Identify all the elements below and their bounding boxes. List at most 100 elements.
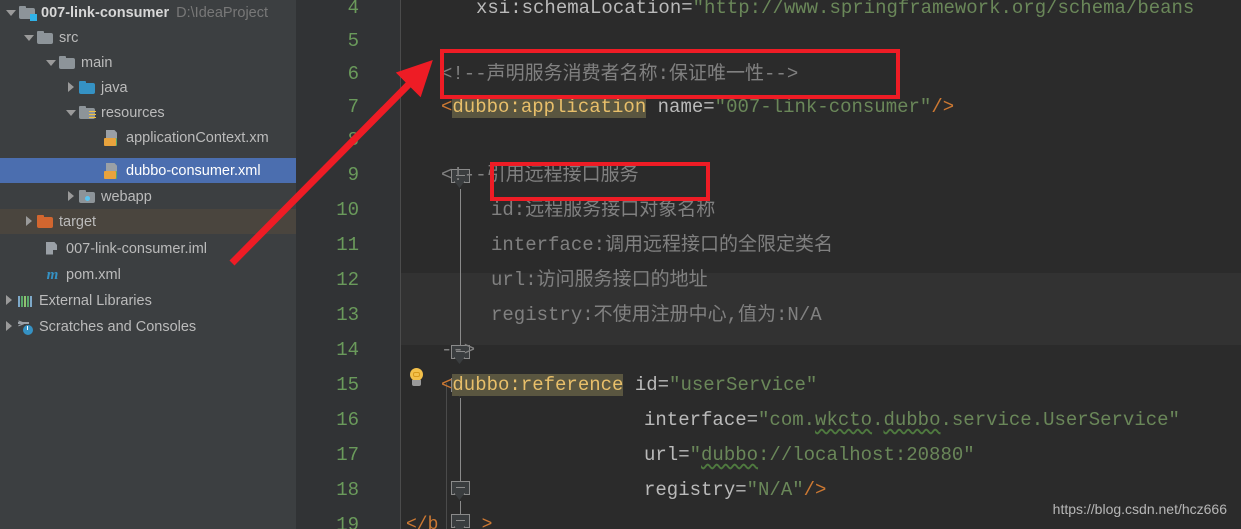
code-line-10[interactable]: id:远程服务接口对象名称 <box>491 191 715 230</box>
folder-icon <box>59 55 76 71</box>
sidebar-item-pom-xml[interactable]: m pom.xml <box>0 262 296 287</box>
code-line-18[interactable]: registry="N/A"/> <box>644 471 826 510</box>
line-number: 17 <box>336 444 359 466</box>
code-token: . <box>872 409 884 431</box>
code-token: <!-- <box>441 164 487 186</box>
code-token: /> <box>931 96 955 118</box>
code-line-7[interactable]: <dubbo:application name="007-link-consum… <box>441 88 954 127</box>
code-token: </b > <box>406 515 493 529</box>
code-token: < <box>441 374 453 396</box>
sidebar-item-target[interactable]: target <box>0 209 296 234</box>
sidebar-item-src[interactable]: src <box>0 25 296 50</box>
chevron-right-icon[interactable] <box>64 184 79 209</box>
line-number: 15 <box>336 374 359 396</box>
code-line-19[interactable]: </b > <box>406 506 492 529</box>
sidebar-item-007-link-consumer[interactable]: 007-link-consumer D:\IdeaProject <box>0 0 296 25</box>
code-token: url:访问服务接口的地址 <box>491 269 708 291</box>
chevron-right-icon[interactable] <box>64 75 79 100</box>
sidebar-item-dubbo-consumer-xml[interactable]: dubbo-consumer.xml <box>0 158 296 183</box>
line-number: 18 <box>336 479 359 501</box>
chevron-down-icon[interactable] <box>4 0 19 25</box>
line-number: 16 <box>336 409 359 431</box>
sidebar-item-java[interactable]: java <box>0 75 296 100</box>
code-line-14[interactable]: --> <box>441 331 475 370</box>
chevron-down-icon[interactable] <box>64 100 79 125</box>
line-number: 12 <box>336 269 359 291</box>
folder-icon <box>37 30 54 46</box>
line-number: 8 <box>347 129 359 151</box>
sidebar-item-path: D:\IdeaProject <box>176 4 269 21</box>
code-token: id:远程服务接口对象名称 <box>491 199 716 221</box>
line-number: 19 <box>336 514 359 529</box>
sidebar-item-external-libraries[interactable]: External Libraries <box>0 288 296 313</box>
code-token: url= <box>644 444 690 466</box>
chevron-right-icon[interactable] <box>2 314 17 339</box>
line-number: 11 <box>336 234 359 256</box>
code-line-4[interactable]: xsi:schemaLocation="http://www.springfra… <box>476 0 1194 28</box>
sidebar-item-label: java <box>101 79 128 96</box>
code-line-15[interactable]: <dubbo:reference id="userService" <box>441 366 817 405</box>
sidebar-item-label: dubbo-consumer.xml <box>126 162 261 179</box>
line-number: 13 <box>336 304 359 326</box>
sidebar-item-label: webapp <box>101 188 152 205</box>
sidebar-item-label: pom.xml <box>66 266 121 283</box>
code-token: --> <box>441 339 476 361</box>
chevron-right-icon[interactable] <box>22 209 37 234</box>
xml-file-icon <box>104 130 121 146</box>
code-line-9[interactable]: <!--引用远程接口服务 <box>441 156 639 195</box>
code-token: <!--声明服务消费者名称:保证唯一性--> <box>441 63 799 85</box>
fold-marker-collapse[interactable] <box>451 481 470 500</box>
sidebar-item-iml-file[interactable]: 007-link-consumer.iml <box>0 236 296 261</box>
code-token: dubbo:reference <box>452 374 624 396</box>
line-number: 10 <box>336 199 359 221</box>
ide-window: 007-link-consumer D:\IdeaProject src mai… <box>0 0 1241 529</box>
code-token: interface= <box>644 409 759 431</box>
line-number: 9 <box>347 164 359 186</box>
code-token: registry:不使用注册中心,值为:N/A <box>491 304 822 326</box>
code-token: "com. <box>758 409 816 431</box>
resources-folder-icon <box>79 105 96 121</box>
code-line-11[interactable]: interface:调用远程接口的全限定类名 <box>491 226 833 265</box>
chevron-down-icon[interactable] <box>22 25 37 50</box>
sidebar-item-webapp[interactable]: webapp <box>0 184 296 209</box>
code-token: interface:调用远程接口的全限定类名 <box>491 234 834 256</box>
code-line-16[interactable]: interface="com.wkcto.dubbo.service.UserS… <box>644 401 1180 440</box>
code-token: "userService" <box>669 374 818 396</box>
code-token: ://localhost:20880" <box>758 444 975 466</box>
chevron-down-icon[interactable] <box>44 50 59 75</box>
sidebar-item-label: 007-link-consumer.iml <box>66 240 208 257</box>
source-folder-icon <box>79 80 96 96</box>
sidebar-item-label: main <box>81 54 113 71</box>
web-folder-icon <box>79 189 96 205</box>
libraries-icon <box>17 293 34 309</box>
code-line-13[interactable]: registry:不使用注册中心,值为:N/A <box>491 296 822 335</box>
code-line-12[interactable]: url:访问服务接口的地址 <box>491 261 708 300</box>
sidebar-item-resources[interactable]: resources <box>0 100 296 125</box>
scratches-icon <box>17 318 34 335</box>
code-editor[interactable]: 4 5 6 7 8 9 10 11 12 13 14 15 16 17 18 1… <box>296 0 1241 529</box>
sidebar-item-label: target <box>59 213 97 230</box>
code-token: /> <box>803 479 827 501</box>
code-folding-strip[interactable] <box>371 0 470 529</box>
code-line-17[interactable]: url="dubbo://localhost:20880" <box>644 436 975 475</box>
sidebar-item-label: Scratches and Consoles <box>39 318 197 335</box>
line-number: 14 <box>336 339 359 361</box>
code-token: .service.UserService" <box>940 409 1180 431</box>
code-token: < <box>441 96 453 118</box>
target-folder-icon <box>37 214 54 230</box>
code-token: "007-link-consumer" <box>714 96 932 118</box>
code-token: xsi:schemaLocation= <box>476 0 693 19</box>
sidebar-item-main[interactable]: main <box>0 50 296 75</box>
chevron-right-icon[interactable] <box>2 288 17 313</box>
code-token: dubbo <box>701 444 759 466</box>
sidebar-item-applicationcontext-xml[interactable]: applicationContext.xm <box>0 125 296 150</box>
sidebar-item-label: resources <box>101 104 165 121</box>
code-token: registry= <box>644 479 747 501</box>
code-token: name= <box>646 96 715 118</box>
line-number-gutter: 4 5 6 7 8 9 10 11 12 13 14 15 16 17 18 1… <box>296 0 371 529</box>
sidebar-item-scratches-and-consoles[interactable]: Scratches and Consoles <box>0 314 296 339</box>
project-tree-panel[interactable]: 007-link-consumer D:\IdeaProject src mai… <box>0 0 296 529</box>
sidebar-item-label: applicationContext.xm <box>126 129 269 146</box>
code-token: id= <box>623 374 670 396</box>
intention-bulb-icon[interactable] <box>408 368 426 390</box>
